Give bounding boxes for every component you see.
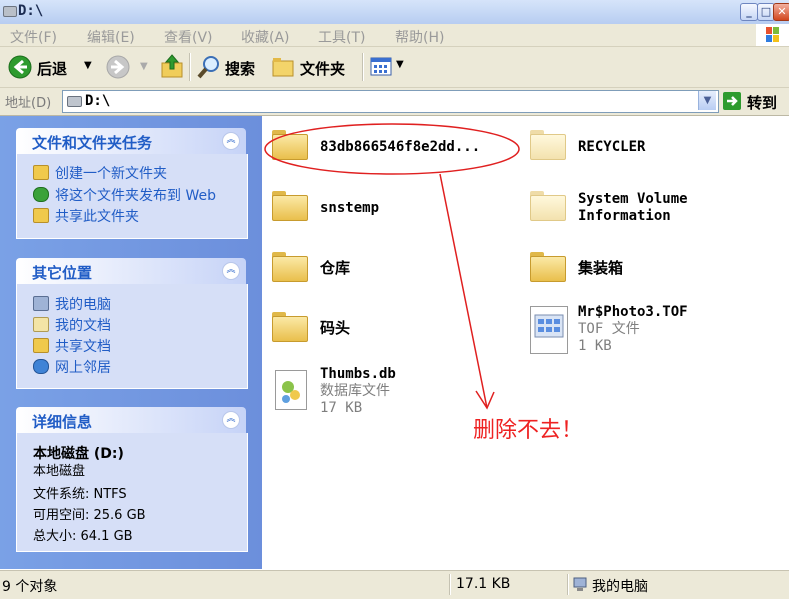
menu-view[interactable]: 查看(V)	[164, 27, 213, 47]
menu-help[interactable]: 帮助(H)	[395, 27, 444, 47]
menu-favorites[interactable]: 收藏(A)	[241, 27, 290, 47]
back-button[interactable]: 后退 ▼	[4, 52, 94, 82]
annotation-arrow	[439, 173, 488, 409]
up-folder-icon[interactable]	[160, 53, 184, 79]
address-dropdown-icon[interactable]: ▼	[698, 91, 716, 110]
go-button[interactable]: 转到	[722, 91, 786, 112]
folders-button[interactable]: 文件夹	[270, 52, 360, 82]
forward-dropdown-icon: ▼	[140, 61, 148, 72]
shared-documents-icon	[33, 338, 49, 353]
collapse-icon[interactable]: ︽	[222, 411, 240, 429]
collapse-icon[interactable]: ︽	[222, 132, 240, 150]
address-label: 地址(D)	[5, 96, 52, 111]
search-button[interactable]: 搜索	[194, 52, 264, 82]
views-dropdown-icon: ▼	[396, 59, 404, 70]
folders-label: 文件夹	[300, 60, 346, 78]
details-free-space: 可用空间: 25.6 GB	[33, 508, 146, 523]
place-network[interactable]: 网上邻居	[33, 357, 111, 377]
drive-icon	[67, 96, 82, 107]
views-button[interactable]: ▼	[368, 56, 408, 78]
task-new-folder[interactable]: 创建一个新文件夹	[33, 163, 167, 183]
task-pane: 文件和文件夹任务 ︽ 创建一个新文件夹 将这个文件夹发布到 Web 共享此文件夹…	[0, 116, 262, 569]
folders-icon	[272, 58, 294, 77]
menu-file[interactable]: 文件(F)	[10, 27, 57, 47]
collapse-icon[interactable]: ︽	[222, 262, 240, 280]
status-separator	[449, 574, 451, 595]
back-dropdown-icon[interactable]: ▼	[84, 60, 92, 71]
my-documents-icon	[33, 317, 49, 332]
menu-tools[interactable]: 工具(T)	[318, 27, 365, 47]
task-publish-web[interactable]: 将这个文件夹发布到 Web	[33, 185, 216, 205]
toolbar-separator	[362, 53, 364, 81]
title-bar: D:\ _ □ ✕	[0, 0, 789, 25]
my-computer-icon	[573, 577, 587, 591]
details-panel: 本地磁盘 (D:) 本地磁盘 文件系统: NTFS 可用空间: 25.6 GB …	[16, 433, 248, 552]
address-bar: 地址(D) D:\ ▼ 转到	[0, 88, 789, 116]
other-places-title: 其它位置	[32, 264, 93, 282]
window-title: D:\	[18, 3, 44, 19]
annotation-label: 删除不去！	[473, 418, 584, 443]
forward-arrow-icon[interactable]	[106, 55, 130, 79]
other-places-panel: 我的电脑 我的文档 共享文档 网上邻居	[16, 284, 248, 389]
address-input[interactable]: D:\	[62, 90, 719, 113]
status-bar: 9 个对象 17.1 KB 我的电脑	[0, 570, 789, 599]
place-my-documents[interactable]: 我的文档	[33, 315, 111, 335]
tasks-panel-title: 文件和文件夹任务	[32, 134, 153, 152]
details-filesystem: 文件系统: NTFS	[33, 487, 127, 502]
search-label: 搜索	[225, 60, 256, 78]
publish-web-icon	[33, 187, 49, 202]
toolbar: 后退 ▼ ▼ 搜索 文件夹 ▼	[0, 47, 789, 88]
status-size: 17.1 KB	[456, 576, 511, 592]
tasks-panel: 创建一个新文件夹 将这个文件夹发布到 Web 共享此文件夹	[16, 154, 248, 239]
file-list: 83db866546f8e2dd... snstemp 仓库 码头 Thumbs…	[262, 116, 789, 569]
back-label: 后退	[37, 60, 68, 78]
details-header[interactable]: 详细信息 ︽	[16, 407, 246, 433]
place-shared-documents[interactable]: 共享文档	[33, 336, 111, 356]
views-icon	[370, 57, 392, 76]
details-title: 详细信息	[32, 413, 93, 431]
drive-icon	[3, 6, 17, 17]
place-my-computer[interactable]: 我的电脑	[33, 294, 111, 314]
my-computer-icon	[33, 296, 49, 311]
status-separator	[567, 574, 569, 595]
windows-logo-icon	[756, 24, 789, 46]
task-share-folder[interactable]: 共享此文件夹	[33, 206, 139, 226]
annotation-text: 删除不去！	[473, 412, 583, 444]
back-arrow-icon	[8, 55, 32, 79]
annotation-ellipse	[264, 123, 520, 175]
minimize-button[interactable]: _	[740, 3, 758, 21]
toolbar-separator	[189, 53, 191, 81]
menu-bar: 文件(F) 编辑(E) 查看(V) 收藏(A) 工具(T) 帮助(H)	[0, 24, 789, 47]
status-location: 我的电脑	[592, 579, 648, 595]
share-folder-icon	[33, 208, 49, 223]
other-places-header[interactable]: 其它位置 ︽	[16, 258, 246, 284]
search-icon	[197, 56, 219, 79]
go-label: 转到	[747, 94, 778, 112]
address-value: D:\	[85, 93, 111, 109]
network-icon	[33, 359, 49, 374]
details-type: 本地磁盘	[33, 464, 86, 479]
menu-edit[interactable]: 编辑(E)	[87, 27, 135, 47]
tasks-panel-header[interactable]: 文件和文件夹任务 ︽	[16, 128, 246, 154]
new-folder-icon	[33, 165, 49, 180]
annotation-overlay	[264, 123, 520, 410]
status-object-count: 9 个对象	[2, 579, 58, 595]
details-total-size: 总大小: 64.1 GB	[33, 529, 133, 544]
go-arrow-icon	[723, 92, 741, 110]
close-button[interactable]: ✕	[773, 3, 789, 21]
